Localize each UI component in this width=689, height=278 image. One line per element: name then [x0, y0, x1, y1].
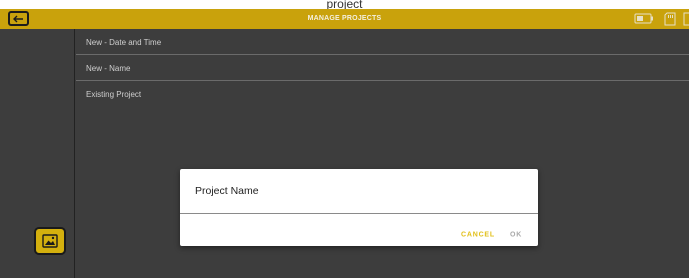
ok-button[interactable]: OK	[510, 232, 522, 239]
gallery-icon	[42, 234, 58, 248]
left-sidebar	[0, 29, 75, 278]
input-underline	[180, 213, 538, 214]
sd-card-icon	[664, 12, 676, 26]
menu-item-existing-project[interactable]: Existing Project	[76, 81, 689, 107]
menu-item-new-name[interactable]: New - Name	[76, 55, 689, 81]
top-bar: MANAGE PROJECTS	[0, 9, 689, 29]
battery-icon	[634, 13, 653, 24]
project-options-list: New - Date and Time New - Name Existing …	[76, 29, 689, 107]
project-name-input[interactable]	[194, 205, 524, 213]
app-screen: MANAGE PROJECTS New - Date and Time New …	[0, 9, 689, 278]
window-caption: project	[0, 0, 689, 9]
dialog-title: Project Name	[195, 185, 259, 197]
status-bar-icon	[683, 12, 689, 26]
gallery-button[interactable]	[34, 227, 66, 255]
menu-item-new-date-time[interactable]: New - Date and Time	[76, 29, 689, 55]
page-title: MANAGE PROJECTS	[307, 15, 382, 22]
project-name-dialog: Project Name CANCEL OK	[180, 169, 538, 246]
cancel-button[interactable]: CANCEL	[461, 232, 495, 239]
